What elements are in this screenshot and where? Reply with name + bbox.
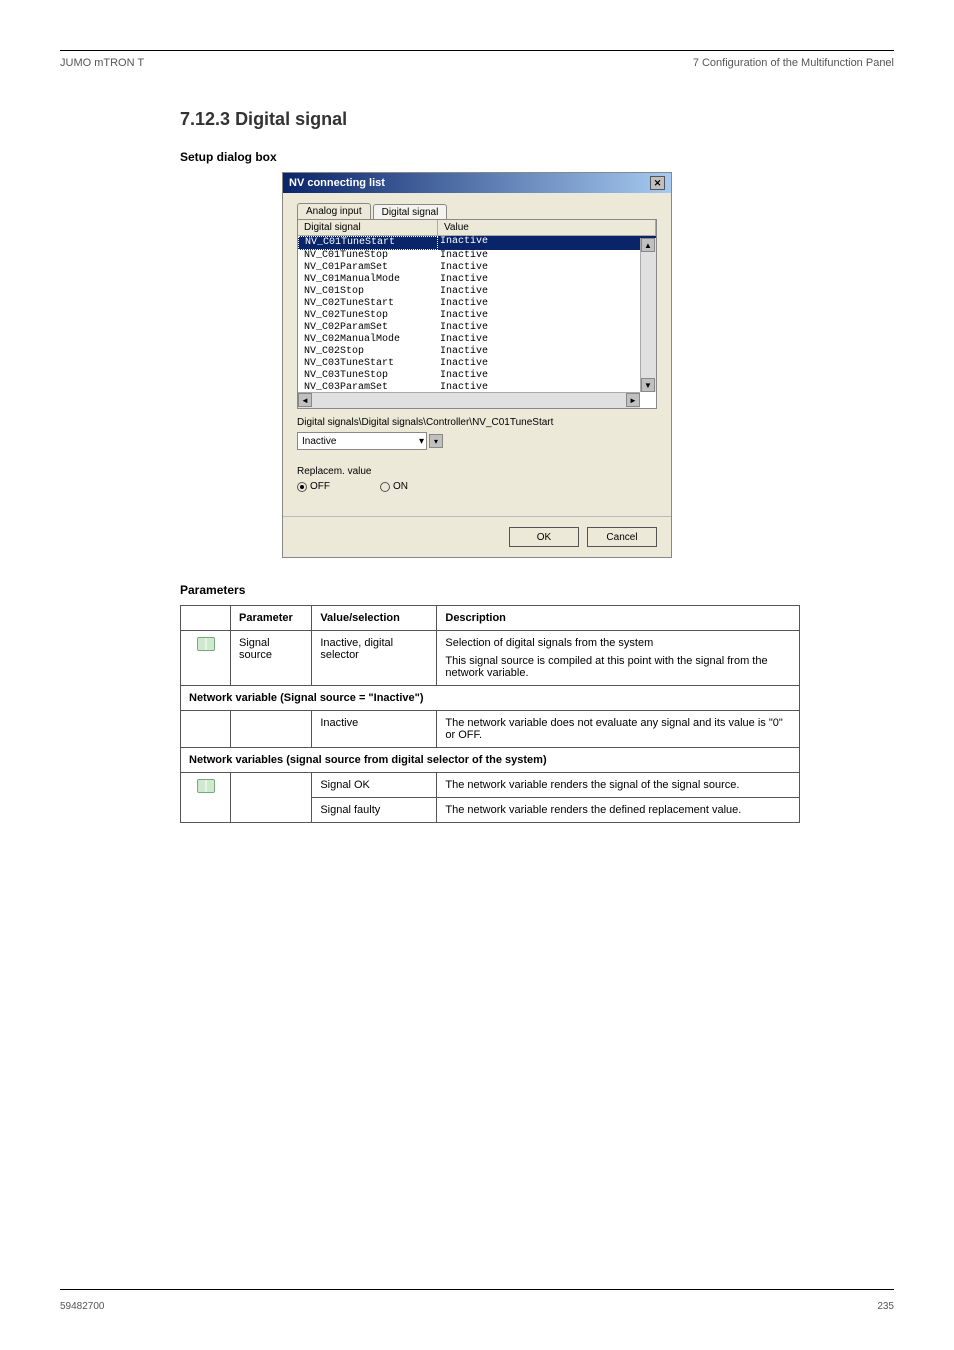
scroll-down-icon[interactable]: ▼ (641, 378, 655, 392)
header-rule (60, 50, 894, 51)
list-item[interactable]: NV_C02TuneStopInactive (298, 310, 656, 322)
scroll-right-icon[interactable]: ► (626, 393, 640, 407)
breadcrumb: Digital signals\Digital signals\Controll… (297, 417, 657, 428)
list-item[interactable]: NV_C02ParamSetInactive (298, 322, 656, 334)
param-value: Inactive, digital selector (312, 631, 437, 686)
list-item[interactable]: NV_C02TuneStartInactive (298, 298, 656, 310)
param-value: Signal OK (312, 773, 437, 798)
list-item[interactable]: NV_C03TuneStartInactive (298, 358, 656, 370)
list-item[interactable]: NV_C01TuneStartInactive (298, 236, 656, 250)
col-digital-signal[interactable]: Digital signal (298, 220, 438, 235)
title-prefix: 7.12.3 (180, 109, 230, 129)
table-row: Inactive The network variable does not e… (181, 711, 800, 748)
vertical-scrollbar[interactable]: ▲ ▼ (640, 238, 656, 392)
list-item[interactable]: NV_C01ManualModeInactive (298, 274, 656, 286)
col-value: Value/selection (312, 606, 437, 631)
param-value: Inactive (312, 711, 437, 748)
list-header: Digital signal Value (298, 220, 656, 236)
col-parameter: Parameter (231, 606, 312, 631)
replacement-label: Replacem. value (297, 466, 657, 477)
param-desc: The network variable does not evaluate a… (437, 711, 800, 748)
parameters-table: Parameter Value/selection Description Si… (180, 605, 800, 823)
list-item[interactable]: NV_C01StopInactive (298, 286, 656, 298)
list-item[interactable]: NV_C02StopInactive (298, 346, 656, 358)
param-value: Signal faulty (312, 798, 437, 823)
tab-digital-signal[interactable]: Digital signal (373, 204, 448, 220)
table-row: Signal source Inactive, digital selector… (181, 631, 800, 686)
section-label-setup: Setup dialog box (180, 150, 894, 164)
list-item[interactable]: NV_C01TuneStopInactive (298, 250, 656, 262)
nv-connecting-dialog: NV connecting list ✕ Analog input Digita… (282, 172, 672, 558)
list-item[interactable]: NV_C02ManualModeInactive (298, 334, 656, 346)
header-right: 7 Configuration of the Multifunction Pan… (693, 57, 894, 69)
signal-select-value: Inactive (302, 436, 336, 447)
table-subheader: Network variable (Signal source = "Inact… (181, 686, 800, 711)
col-value[interactable]: Value (438, 220, 656, 235)
title-text: Digital signal (235, 109, 347, 129)
radio-off-label: OFF (310, 481, 330, 492)
book-icon (197, 637, 215, 651)
scroll-left-icon[interactable]: ◄ (298, 393, 312, 407)
list-item[interactable]: NV_C03TuneStopInactive (298, 370, 656, 382)
col-icon (181, 606, 231, 631)
param-desc: The network variable renders the signal … (437, 773, 800, 798)
col-description: Description (437, 606, 800, 631)
param-desc: The network variable renders the defined… (437, 798, 800, 823)
table-row: Signal OK The network variable renders t… (181, 773, 800, 798)
dialog-title: NV connecting list (289, 177, 385, 189)
page-footer: 59482700 235 (60, 1301, 894, 1312)
tab-strip: Analog input Digital signal (297, 203, 657, 220)
radio-off[interactable]: OFF (297, 481, 330, 492)
param-desc: Selection of digital signals from the sy… (437, 631, 800, 686)
close-icon[interactable]: ✕ (650, 176, 665, 190)
radio-icon (380, 482, 390, 492)
signal-listview[interactable]: Digital signal Value NV_C01TuneStartInac… (297, 219, 657, 409)
radio-on-label: ON (393, 481, 408, 492)
param-name: Signal source (231, 631, 312, 686)
radio-icon (297, 482, 307, 492)
horizontal-scrollbar[interactable]: ◄ ► (298, 392, 640, 408)
ok-button[interactable]: OK (509, 527, 579, 547)
radio-on[interactable]: ON (380, 481, 408, 492)
footer-left: 59482700 (60, 1301, 105, 1312)
list-item[interactable]: NV_C01ParamSetInactive (298, 262, 656, 274)
page-header: JUMO mTRON T 7 Configuration of the Mult… (60, 57, 894, 69)
page-title: 7.12.3 Digital signal (180, 109, 894, 130)
table-subheader: Network variables (signal source from di… (181, 748, 800, 773)
header-left: JUMO mTRON T (60, 57, 144, 69)
footer-rule (60, 1289, 894, 1290)
scroll-up-icon[interactable]: ▲ (641, 238, 655, 252)
cancel-button[interactable]: Cancel (587, 527, 657, 547)
chevron-down-icon: ▾ (419, 436, 424, 447)
signal-select[interactable]: Inactive ▾ (297, 432, 427, 450)
footer-right: 235 (877, 1301, 894, 1312)
dropdown-button[interactable]: ▾ (429, 434, 443, 448)
tab-analog-input[interactable]: Analog input (297, 203, 371, 219)
section-label-params: Parameters (180, 583, 894, 597)
book-icon (197, 779, 215, 793)
replacement-radio-group: OFF ON (297, 481, 657, 492)
dialog-titlebar: NV connecting list ✕ (283, 173, 671, 193)
